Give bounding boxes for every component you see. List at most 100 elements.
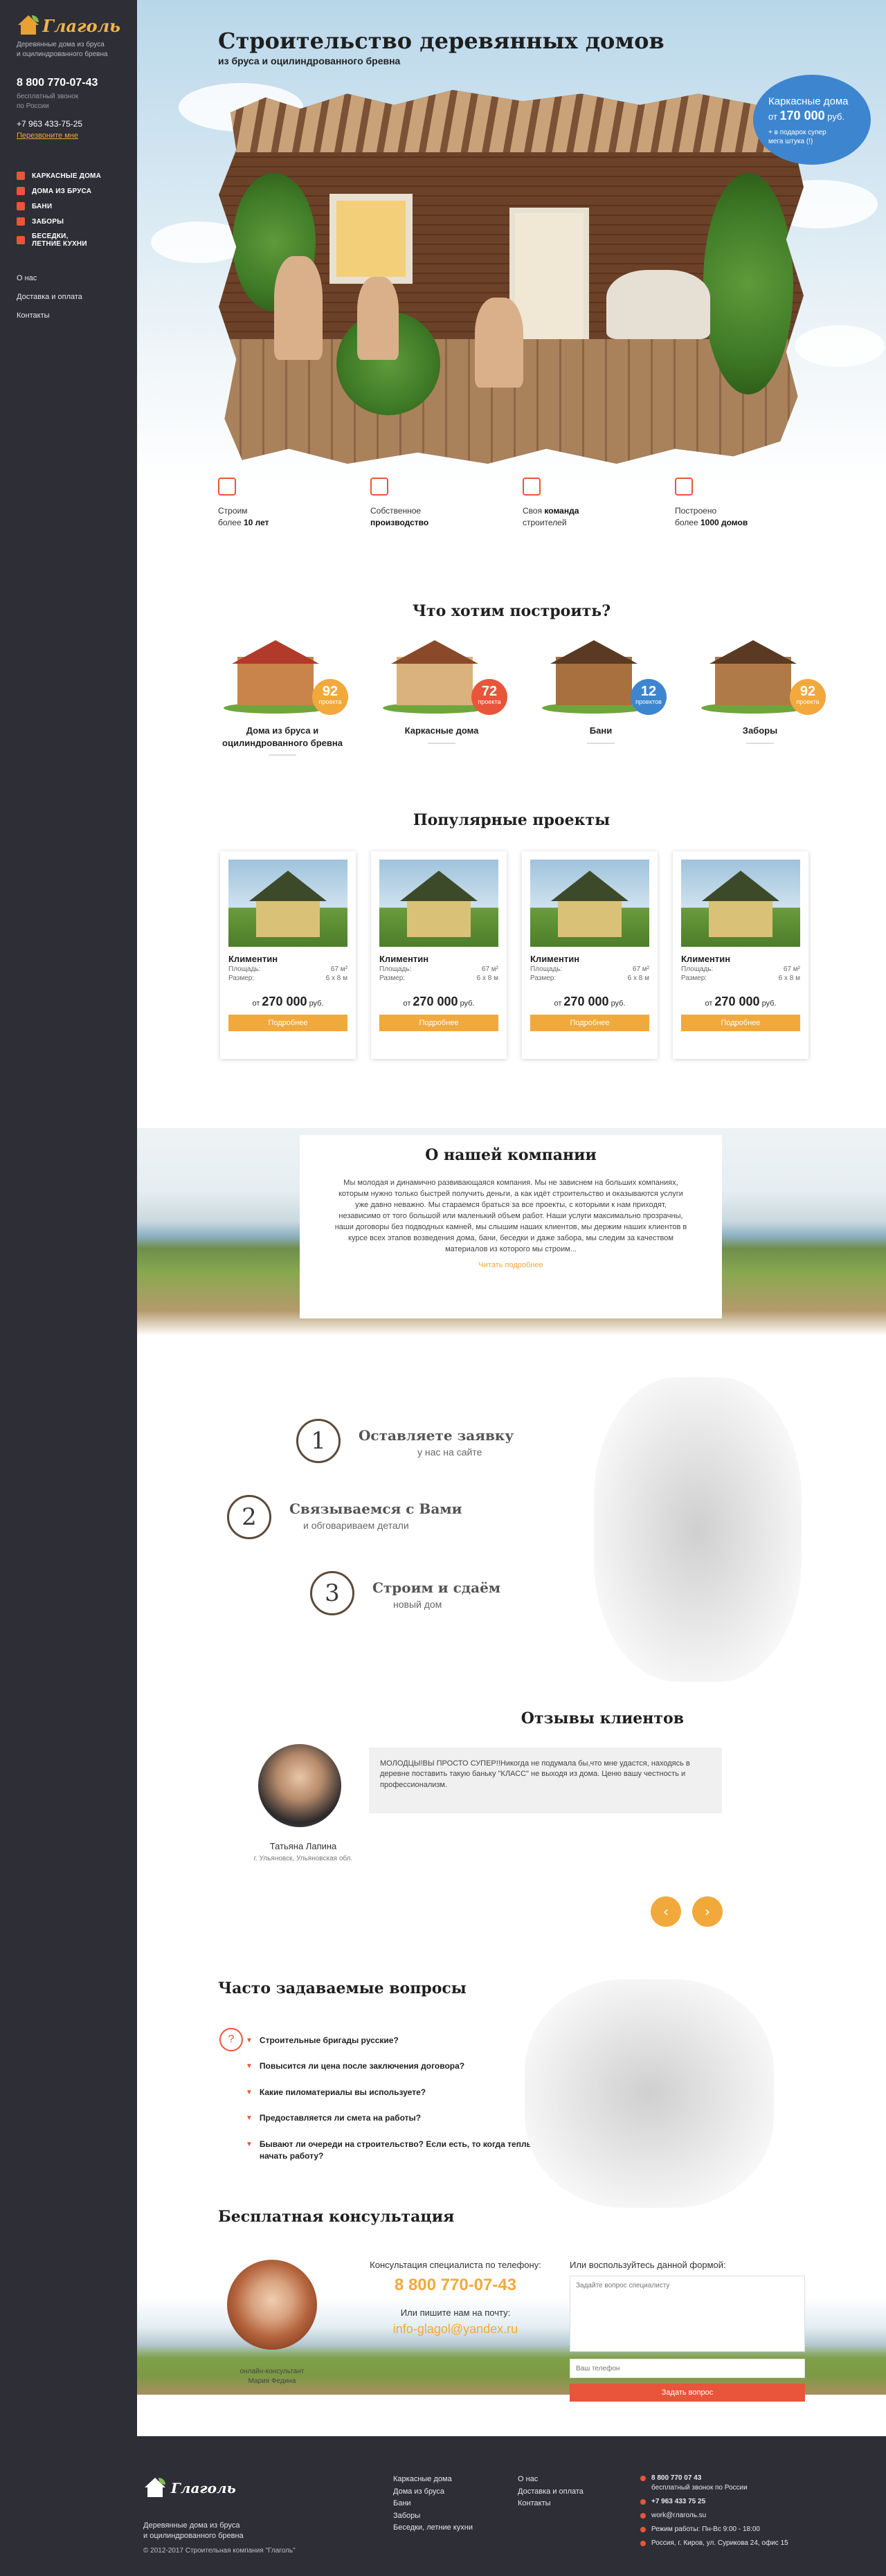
feature-experience: Строим более 10 лет bbox=[218, 478, 370, 529]
project-count-badge: 12 проектов bbox=[631, 679, 667, 715]
sidebar-item-gazebos[interactable]: БЕСЕДКИ, ЛЕТНИЕ КУХНИ bbox=[17, 233, 120, 248]
project-card[interactable]: Климентин Площадь: 67 м² Размер: 6 х 8 м о… bbox=[220, 851, 356, 1059]
reviewer-city: г. Ульяновск, Ульяновская обл. bbox=[253, 1855, 353, 1862]
footer-phone2[interactable]: +7 963 433 75 25 bbox=[640, 2497, 788, 2507]
project-image bbox=[379, 860, 498, 947]
project-size: Размер: 6 х 8 м bbox=[379, 974, 498, 982]
sidebar-item-fences[interactable]: ЗАБОРЫ bbox=[17, 217, 120, 226]
consult-title: Бесплатная консультация bbox=[218, 2208, 455, 2226]
submit-question-button[interactable]: Задать вопрос bbox=[570, 2384, 805, 2402]
sidebar-item-about[interactable]: О нас bbox=[17, 274, 120, 282]
timber-house-image: 92 проекта bbox=[217, 640, 348, 716]
helmet-tools-sketch bbox=[525, 1979, 774, 2208]
footer-link[interactable]: Заборы bbox=[393, 2510, 473, 2523]
consult-form: Или воспользуйтесь данной формой: Задать… bbox=[570, 2260, 805, 2402]
manager-role: онлайн-консультант Мария Федина bbox=[239, 2368, 305, 2385]
step-subtitle: новый дом bbox=[393, 1599, 442, 1610]
footer-link[interactable]: Бани bbox=[393, 2498, 473, 2510]
project-size: Размер: 6 х 8 м bbox=[681, 974, 800, 982]
read-more-link[interactable]: Читать подробнее bbox=[334, 1261, 687, 1269]
footer-link[interactable]: Беседки, летние кухни bbox=[393, 2522, 473, 2534]
category-card-timber[interactable]: 92 проекта Дома из бруса и оцилиндрованно… bbox=[217, 640, 348, 756]
footer-phone[interactable]: 8 800 770 07 43 бесплатный звонок по Росс… bbox=[640, 2474, 788, 2493]
sidebar-item-label: ДОМА ИЗ БРУСА bbox=[32, 187, 92, 195]
category-name: Бани bbox=[589, 725, 613, 736]
faq-item[interactable]: ▼ Предоставляется ли смета на работы? bbox=[246, 2112, 536, 2124]
price-badge[interactable]: Каркасные дома от 170 000 руб. + в подар… bbox=[753, 75, 871, 165]
reviewer-avatar bbox=[258, 1744, 341, 1827]
faq-item[interactable]: ▼ Повысится ли цена после заключения дого… bbox=[246, 2060, 536, 2072]
project-count-badge: 92 проекта bbox=[790, 679, 826, 715]
category-card-sauna[interactable]: 12 проектов Бани bbox=[535, 640, 667, 756]
category-card-fence[interactable]: 92 проекта Заборы bbox=[694, 640, 826, 756]
chevron-down-icon: ▼ bbox=[246, 2140, 253, 2148]
project-card[interactable]: Климентин Площадь: 67 м² Размер: 6 х 8 м о… bbox=[673, 851, 808, 1059]
faq-item[interactable]: ▼ Какие пиломатериалы вы используете? bbox=[246, 2087, 536, 2098]
footer-info-links: О нас Доставка и оплата Контакты bbox=[518, 2474, 584, 2510]
prev-review-button[interactable]: ‹ bbox=[651, 1896, 681, 1927]
footer-email[interactable]: work@глаголь.su bbox=[640, 2511, 788, 2521]
question-icon: ? bbox=[219, 2028, 243, 2051]
project-card[interactable]: Климентин Площадь: 67 м² Размер: 6 х 8 м о… bbox=[522, 851, 658, 1059]
project-details-button[interactable]: Подробнее bbox=[228, 1015, 347, 1031]
frame-house-icon bbox=[17, 172, 25, 180]
sidebar-item-label: КАРКАСНЫЕ ДОМА bbox=[32, 172, 102, 180]
manager-avatar bbox=[227, 2260, 317, 2350]
project-name: Климентин bbox=[379, 954, 429, 964]
faq-item[interactable]: ▼ Бывают ли очереди на строительство? Есл… bbox=[246, 2139, 536, 2163]
logo[interactable]: Глаголь bbox=[17, 15, 120, 36]
next-review-button[interactable]: › bbox=[692, 1896, 723, 1927]
project-size: Размер: 6 х 8 м bbox=[530, 974, 649, 982]
step-title: Строим и сдаём bbox=[372, 1579, 501, 1596]
phone-main[interactable]: 8 800 770-07-43 bbox=[17, 77, 120, 89]
sidebar-item-contacts[interactable]: Контакты bbox=[17, 311, 120, 320]
consult-email[interactable]: info-glagol@yandex.ru bbox=[352, 2322, 559, 2337]
chevron-down-icon: ▼ bbox=[246, 2062, 253, 2071]
footer-link[interactable]: Контакты bbox=[518, 2498, 584, 2510]
mobile-icon bbox=[640, 2499, 646, 2505]
review-text: МОЛОДЦЫ!ВЫ ПРОСТО СУПЕР!!Никогда не поду… bbox=[369, 1748, 722, 1813]
hero-subtitle: из бруса и оцилиндрованного бревна bbox=[218, 55, 401, 66]
project-name: Климентин bbox=[530, 954, 580, 964]
project-area: Площадь: 67 м² bbox=[379, 965, 498, 973]
sidebar-item-saunas[interactable]: БАНИ bbox=[17, 202, 120, 210]
footer-link[interactable]: Доставка и оплата bbox=[518, 2486, 584, 2498]
badge-title: Каркасные дома bbox=[768, 96, 849, 107]
project-name: Климентин bbox=[681, 954, 731, 964]
consult-phone[interactable]: 8 800 770-07-43 bbox=[352, 2276, 559, 2295]
reviewer-name: Татьяна Лапина bbox=[269, 1841, 337, 1851]
feature-production: Собственное производство bbox=[370, 478, 523, 529]
footer-link[interactable]: Дома из бруса bbox=[393, 2486, 473, 2498]
phone-secondary[interactable]: +7 963 433-75-25 bbox=[17, 119, 120, 129]
step-subtitle: и обговариваем детали bbox=[303, 1520, 409, 1531]
project-price: от 270 000 руб. bbox=[403, 995, 475, 1008]
sauna-icon bbox=[17, 202, 25, 210]
main-content: Строительство деревянных домов из бруса … bbox=[137, 0, 886, 2576]
phone-field[interactable] bbox=[570, 2359, 805, 2378]
footer-address: Россия, г. Киров, ул. Сурикова 24, офис … bbox=[640, 2539, 788, 2548]
tagline: Деревянные дома из бруса и оцилиндрованн… bbox=[17, 41, 108, 58]
project-details-button[interactable]: Подробнее bbox=[681, 1015, 800, 1031]
footer-logo[interactable]: Глаголь bbox=[143, 2478, 236, 2498]
project-details-button[interactable]: Подробнее bbox=[530, 1015, 649, 1031]
step-subtitle: у нас на сайте bbox=[417, 1446, 482, 1458]
location-icon bbox=[640, 2541, 646, 2546]
project-details-button[interactable]: Подробнее bbox=[379, 1015, 498, 1031]
category-card-frame[interactable]: 72 проекта Каркасные дома bbox=[376, 640, 507, 756]
category-name: Заборы bbox=[742, 725, 778, 736]
faq-item[interactable]: ▼ Строительные бригады русские? bbox=[246, 2035, 536, 2047]
footer-link[interactable]: Каркасные дома bbox=[393, 2474, 473, 2486]
question-field[interactable] bbox=[570, 2276, 805, 2352]
sidebar-item-delivery[interactable]: Доставка и оплата bbox=[17, 293, 120, 301]
project-card[interactable]: Климентин Площадь: 67 м² Размер: 6 х 8 м о… bbox=[371, 851, 507, 1059]
hero-photo bbox=[219, 90, 804, 464]
sidebar-item-timber-houses[interactable]: ДОМА ИЗ БРУСА bbox=[17, 187, 120, 195]
callback-link[interactable]: Перезвоните мне bbox=[17, 131, 78, 140]
projects-title: Популярные проекты bbox=[413, 811, 611, 829]
project-price: от 270 000 руб. bbox=[705, 995, 777, 1008]
footer-link[interactable]: О нас bbox=[518, 2474, 584, 2486]
timber-house-icon bbox=[17, 187, 25, 195]
step-number: 2 bbox=[227, 1495, 271, 1539]
sidebar-item-frame-houses[interactable]: КАРКАСНЫЕ ДОМА bbox=[17, 172, 120, 180]
footer-logo-text: Глаголь bbox=[171, 2480, 236, 2496]
